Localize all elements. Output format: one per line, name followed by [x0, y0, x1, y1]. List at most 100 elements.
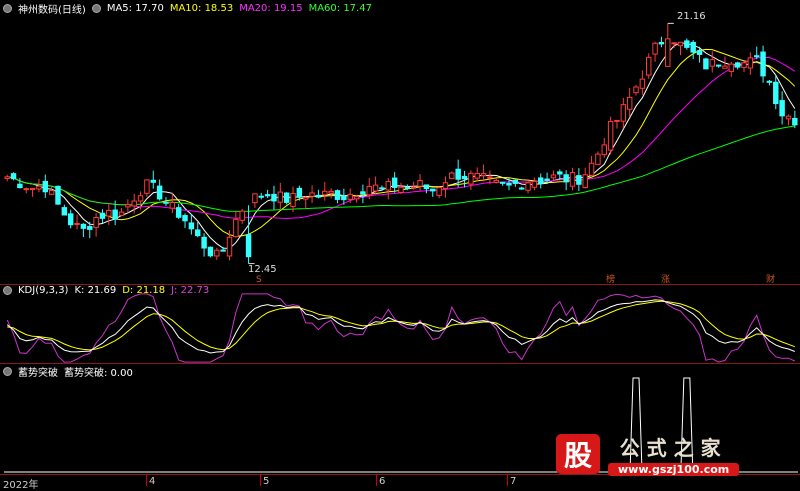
candle-body — [563, 174, 569, 183]
candle-body — [626, 96, 633, 110]
candle-body — [614, 119, 620, 122]
candle-body — [709, 59, 715, 67]
candle-body — [601, 144, 607, 156]
x-axis-tick — [146, 474, 147, 486]
candle-body — [715, 64, 722, 67]
candle-body — [785, 115, 792, 120]
ma10-line — [7, 48, 796, 237]
watermark-title: 公式之家 — [619, 436, 728, 460]
candle-body — [658, 41, 665, 45]
x-axis-label: 2022年 — [3, 480, 39, 491]
candle-body — [74, 222, 80, 225]
candle-body — [106, 210, 112, 217]
candle-body — [175, 207, 182, 218]
candle-body — [576, 175, 582, 185]
price-chart[interactable] — [0, 0, 800, 284]
candle-body — [506, 182, 512, 186]
x-axis-tick — [507, 474, 508, 486]
candle-body — [347, 193, 353, 200]
candle-body — [277, 191, 284, 203]
candle-body — [385, 181, 392, 191]
candle-body — [87, 226, 93, 230]
candle-body — [677, 41, 684, 47]
candle-body — [665, 38, 671, 67]
candle-body — [36, 185, 42, 190]
candle-body — [29, 187, 36, 191]
candle-body — [734, 62, 741, 68]
candle-body — [328, 190, 334, 194]
candle-body — [722, 65, 728, 69]
candle-body — [518, 187, 525, 190]
candle-body — [341, 195, 347, 201]
candle-body — [182, 215, 188, 222]
candle-body — [398, 186, 404, 193]
low-price-label: 12.45 — [248, 264, 277, 275]
candle-body — [252, 193, 258, 204]
candle-body — [195, 229, 201, 237]
candle-body — [671, 42, 677, 45]
candle-body — [430, 188, 436, 192]
x-axis-tick — [260, 474, 261, 486]
candle-body — [582, 174, 588, 189]
candle-body — [766, 80, 773, 83]
kdj-j-line — [6, 293, 796, 363]
candle-body — [245, 234, 252, 258]
candle-body — [258, 195, 264, 198]
candle-body — [131, 200, 137, 207]
candle-body — [17, 183, 23, 189]
candle-body — [550, 174, 557, 179]
candle-body — [93, 216, 99, 228]
candle-body — [42, 180, 49, 193]
candle-body — [499, 181, 506, 184]
candle-body — [220, 249, 226, 252]
x-axis-tick — [376, 474, 377, 486]
candle-body — [449, 172, 455, 180]
candle-body — [55, 185, 61, 205]
candle-body — [493, 179, 500, 183]
candle-body — [588, 162, 595, 176]
candle-body — [10, 173, 17, 180]
candle-body — [214, 249, 220, 257]
candle-body — [684, 40, 690, 48]
candle-body — [207, 246, 214, 257]
candle-body — [188, 222, 195, 230]
candle-body — [652, 42, 658, 55]
candle-body — [112, 209, 118, 220]
candle-body — [690, 41, 696, 53]
candle-body — [353, 195, 360, 200]
candle-body — [169, 202, 176, 209]
candle-body — [703, 58, 709, 70]
candle-body — [366, 185, 372, 196]
candle-body — [779, 100, 785, 117]
kdj-k-line — [6, 299, 795, 354]
candle-body — [461, 175, 468, 180]
candle-body — [410, 186, 417, 189]
candle-body — [156, 185, 163, 200]
candle-body — [144, 179, 150, 194]
candle-body — [512, 179, 519, 184]
kdj-chart[interactable] — [0, 285, 800, 363]
candle-body — [239, 210, 245, 221]
candle-body — [296, 187, 303, 198]
candle-body — [646, 56, 652, 76]
watermark-logo: 股 — [556, 434, 600, 474]
candle-body — [99, 212, 106, 219]
watermark: 股 公式之家 www.gszj100.com — [556, 432, 740, 476]
candle-body — [436, 187, 442, 196]
candle-body — [474, 172, 480, 179]
candle-body — [525, 182, 531, 191]
candle-body — [620, 104, 627, 122]
candle-body — [125, 204, 131, 208]
x-axis-label: 6 — [379, 476, 386, 487]
candle-body — [417, 179, 423, 187]
ma60-line — [7, 125, 795, 212]
candle-body — [773, 81, 779, 105]
candle-body — [595, 153, 601, 165]
candle-body — [696, 50, 703, 55]
high-price-label: 21.16 — [677, 11, 706, 22]
x-axis-label: 7 — [510, 476, 517, 487]
candle-body — [639, 78, 646, 89]
candle-body — [468, 172, 474, 185]
candle-body — [531, 180, 538, 188]
candle-body — [760, 51, 766, 77]
